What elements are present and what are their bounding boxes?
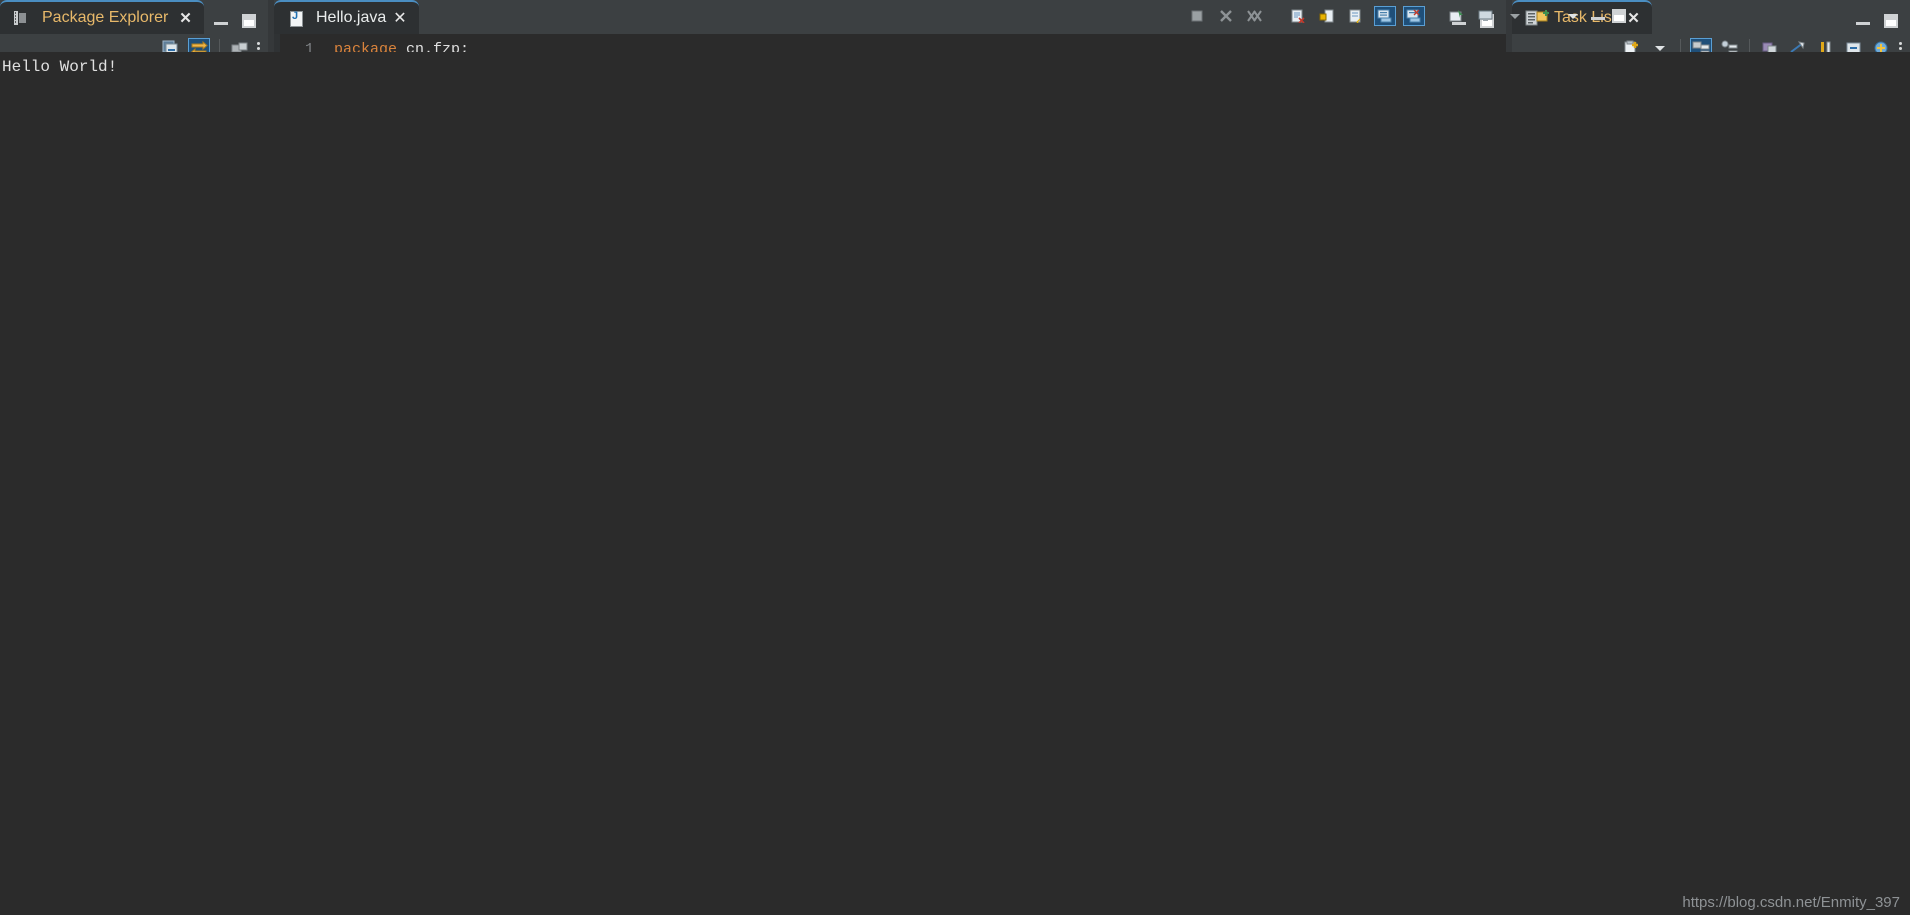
open-console-icon[interactable] bbox=[1533, 6, 1555, 26]
show-console-on-error-icon[interactable] bbox=[1403, 6, 1425, 26]
display-selected-console-icon[interactable] bbox=[1475, 6, 1497, 26]
package-explorer-minimize-icon[interactable] bbox=[214, 14, 228, 28]
java-file-icon bbox=[286, 10, 304, 26]
tab-package-explorer[interactable]: Package Explorer ✕ bbox=[0, 0, 204, 34]
watermark: https://blog.csdn.net/Enmity_397 bbox=[1682, 894, 1900, 911]
clear-console-icon[interactable] bbox=[1287, 6, 1309, 26]
task-list-minimize-icon[interactable] bbox=[1856, 14, 1870, 28]
console-minimize-icon[interactable] bbox=[1591, 9, 1605, 23]
pin-console-icon[interactable] bbox=[1446, 6, 1468, 26]
eclipse-workbench: Package Explorer ✕ bbox=[0, 0, 1910, 915]
remove-launch-icon[interactable] bbox=[1215, 6, 1237, 26]
editor-close-icon[interactable]: ✕ bbox=[393, 8, 406, 28]
tab-hello-java[interactable]: Hello.java ✕ bbox=[274, 0, 419, 34]
console-output-text[interactable]: Hello World! bbox=[0, 52, 1910, 915]
remove-all-terminated-icon[interactable] bbox=[1244, 6, 1266, 26]
word-wrap-icon[interactable] bbox=[1345, 6, 1367, 26]
package-explorer-icon bbox=[12, 10, 30, 26]
task-list-maximize-icon[interactable] bbox=[1884, 14, 1898, 28]
terminate-icon[interactable] bbox=[1186, 6, 1208, 26]
display-console-dropdown-icon[interactable] bbox=[1504, 6, 1526, 26]
task-list-window-buttons bbox=[1856, 14, 1910, 34]
editor-tab-label: Hello.java bbox=[316, 9, 386, 27]
console-maximize-icon[interactable] bbox=[1612, 9, 1626, 23]
package-explorer-window-buttons bbox=[214, 14, 268, 34]
package-explorer-tabbar: Package Explorer ✕ bbox=[0, 0, 268, 34]
open-console-dropdown-icon[interactable] bbox=[1562, 6, 1584, 26]
show-console-on-output-icon[interactable] bbox=[1374, 6, 1396, 26]
package-explorer-maximize-icon[interactable] bbox=[242, 14, 256, 28]
task-list-close-icon[interactable]: ✕ bbox=[1627, 9, 1640, 27]
scroll-lock-icon[interactable] bbox=[1316, 6, 1338, 26]
package-explorer-tab-label: Package Explorer bbox=[42, 9, 168, 27]
package-explorer-close-icon[interactable]: ✕ bbox=[179, 9, 192, 27]
